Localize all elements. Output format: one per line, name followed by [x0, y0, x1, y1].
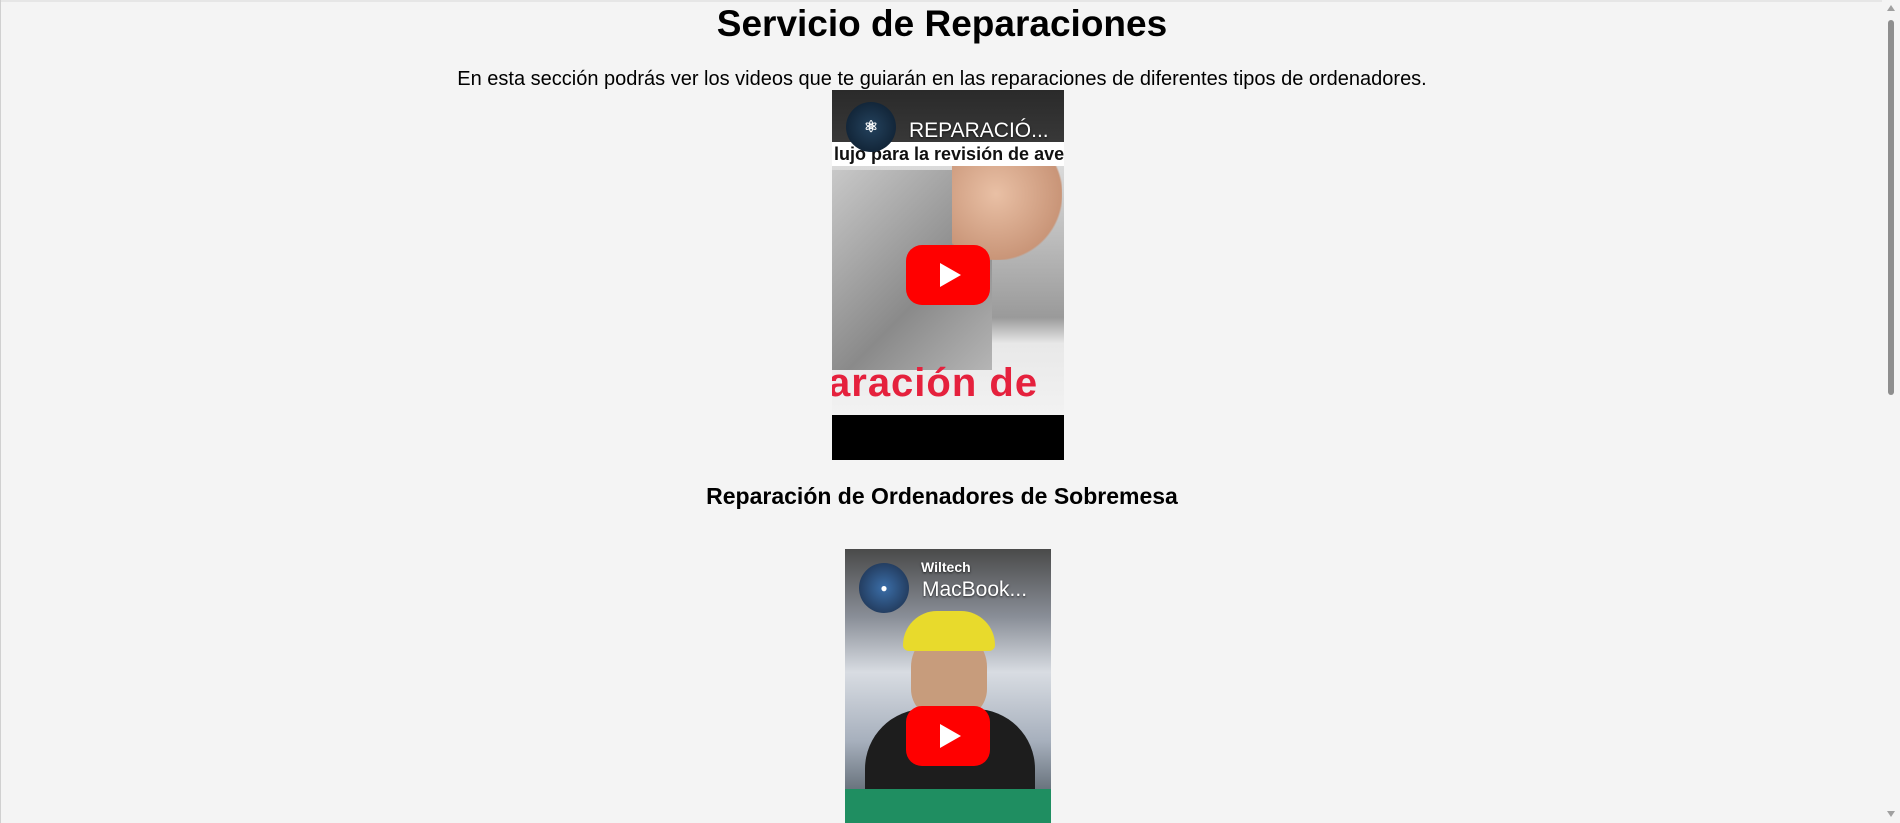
yellow-cap-image	[903, 611, 995, 651]
page: Servicio de Reparaciones En esta sección…	[0, 0, 1900, 823]
hands-image	[952, 150, 1062, 260]
play-icon	[940, 263, 961, 287]
scrollbar-thumb[interactable]	[1888, 20, 1894, 395]
youtube-play-button[interactable]	[906, 706, 990, 766]
page-title: Servicio de Reparaciones	[716, 3, 1168, 44]
video-title[interactable]: MacBook...	[922, 577, 1047, 603]
vertical-scrollbar[interactable]	[1882, 0, 1900, 823]
scroll-down-icon[interactable]	[1887, 811, 1895, 817]
thumbnail-big-text: aración de	[832, 361, 1039, 405]
green-mat-image	[845, 789, 1051, 823]
channel-avatar-icon[interactable]: ●	[859, 563, 909, 613]
channel-logo: Wiltech	[921, 559, 971, 575]
video-heading: Reparación de Ordenadores de Sobremesa	[706, 483, 1178, 509]
scroll-up-icon[interactable]	[1887, 5, 1895, 11]
play-icon	[940, 724, 961, 748]
video-embed-macbook[interactable]: ● Wiltech MacBook...	[845, 549, 1051, 823]
youtube-play-button[interactable]	[906, 245, 990, 305]
channel-avatar-icon[interactable]: ⚛	[846, 102, 896, 152]
video-title[interactable]: REPARACIÓ...	[909, 118, 1059, 144]
intro-text: En esta sección podrás ver los videos qu…	[457, 68, 1427, 90]
video-embed-desktop-repair[interactable]: lujo para la revisión de aver aración de…	[832, 90, 1064, 460]
video-letterbox	[832, 415, 1064, 460]
